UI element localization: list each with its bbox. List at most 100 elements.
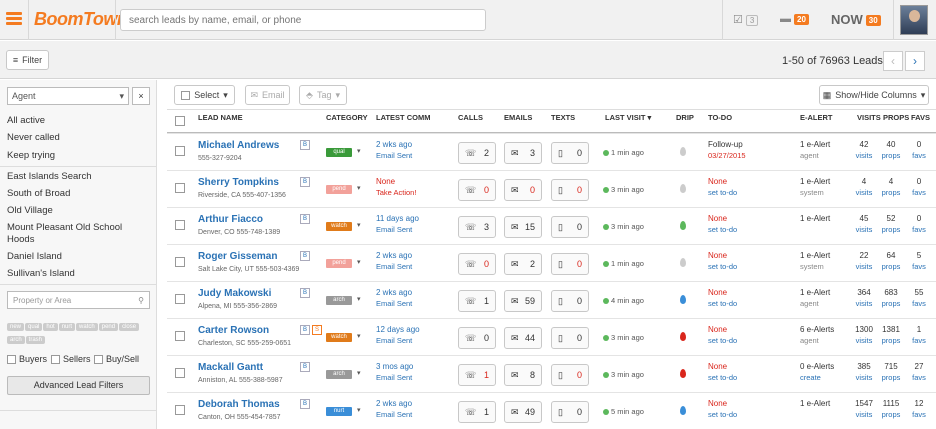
latest-comm-time[interactable]: 12 days ago [376, 325, 420, 334]
props-link[interactable]: props [877, 410, 905, 419]
column-header-to-do[interactable]: TO-DO [708, 113, 732, 122]
column-header-calls[interactable]: CALLS [458, 113, 483, 122]
messages-button[interactable]: ▬ 20 [780, 13, 809, 25]
category-dropdown-icon[interactable]: ▾ [357, 258, 361, 266]
texts-button[interactable]: ▯ 0 [551, 401, 589, 423]
latest-comm-action[interactable]: Email Sent [376, 151, 412, 160]
visits-link[interactable]: visits [850, 151, 878, 160]
visits-link[interactable]: visits [850, 410, 878, 419]
column-header-props[interactable]: PROPS [883, 113, 909, 122]
emails-button[interactable]: ✉ 49 [504, 401, 542, 423]
sellers-checkbox[interactable]: Sellers [51, 354, 91, 364]
buysell-checkbox[interactable]: Buy/Sell [94, 354, 139, 364]
favs-link[interactable]: favs [905, 336, 933, 345]
tag-filter-trash[interactable]: trash [25, 336, 46, 344]
tag-filter-pend[interactable]: pend [98, 323, 119, 331]
column-header-last-visit[interactable]: LAST VISIT ▾ [605, 113, 651, 122]
row-checkbox[interactable] [175, 220, 185, 230]
row-checkbox[interactable] [175, 294, 185, 304]
now-button[interactable]: NOW 30 [831, 12, 881, 27]
saved-search[interactable]: Mount Pleasant Old School Hoods [7, 222, 147, 246]
row-checkbox[interactable] [175, 331, 185, 341]
property-input[interactable]: Property or Area ⚲ [7, 291, 150, 309]
props-link[interactable]: props [877, 151, 905, 160]
header-checkbox[interactable] [175, 116, 185, 126]
show-hide-columns-button[interactable]: ▦ Show/Hide Columns ▾ [819, 85, 929, 105]
todo-action[interactable]: set to-do [708, 262, 737, 271]
calls-button[interactable]: ☏ 1 [458, 290, 496, 312]
latest-comm-action[interactable]: Email Sent [376, 225, 412, 234]
favs-link[interactable]: favs [905, 188, 933, 197]
filter-button[interactable]: ≡ Filter [6, 50, 49, 70]
drip-icon[interactable] [680, 147, 686, 156]
category-dropdown-icon[interactable]: ▾ [357, 295, 361, 303]
texts-button[interactable]: ▯ 0 [551, 290, 589, 312]
clear-agent-button[interactable]: × [132, 87, 150, 105]
column-header-category[interactable]: CATEGORY [326, 113, 368, 122]
row-checkbox[interactable] [175, 183, 185, 193]
favs-link[interactable]: favs [905, 151, 933, 160]
props-link[interactable]: props [877, 225, 905, 234]
column-header-e-alert[interactable]: E-ALERT [800, 113, 833, 122]
category-badge[interactable]: arch [326, 370, 352, 379]
lead-name-link[interactable]: Arthur Fiacco [198, 214, 263, 225]
tag-filter-close[interactable]: close [119, 323, 140, 331]
category-dropdown-icon[interactable]: ▾ [357, 369, 361, 377]
favs-link[interactable]: favs [905, 225, 933, 234]
row-checkbox[interactable] [175, 146, 185, 156]
tag-filter-qual[interactable]: qual [25, 323, 43, 331]
category-badge[interactable]: watch [326, 333, 352, 342]
latest-comm-time[interactable]: None [376, 177, 395, 186]
filter-keep-trying[interactable]: Keep trying [7, 150, 55, 161]
visits-link[interactable]: visits [850, 225, 878, 234]
category-badge[interactable]: arch [326, 296, 352, 305]
column-header-lead-name[interactable]: LEAD NAME [198, 113, 243, 122]
emails-button[interactable]: ✉ 44 [504, 327, 542, 349]
props-link[interactable]: props [877, 299, 905, 308]
props-link[interactable]: props [877, 188, 905, 197]
row-checkbox[interactable] [175, 405, 185, 415]
emails-button[interactable]: ✉ 2 [504, 253, 542, 275]
prev-page-button[interactable]: ‹ [883, 51, 903, 71]
calls-button[interactable]: ☏ 1 [458, 364, 496, 386]
latest-comm-time[interactable]: 3 mos ago [376, 362, 413, 371]
avatar[interactable] [900, 5, 928, 35]
search-input[interactable] [120, 9, 486, 31]
saved-search[interactable]: Daniel Island [7, 251, 62, 262]
category-badge[interactable]: nurt [326, 407, 352, 416]
category-dropdown-icon[interactable]: ▾ [357, 221, 361, 229]
texts-button[interactable]: ▯ 0 [551, 142, 589, 164]
latest-comm-action[interactable]: Email Sent [376, 336, 412, 345]
column-header-emails[interactable]: EMAILS [504, 113, 532, 122]
column-header-favs[interactable]: FAVS [911, 113, 930, 122]
category-badge[interactable]: pend [326, 185, 352, 194]
props-link[interactable]: props [877, 262, 905, 271]
favs-link[interactable]: favs [905, 262, 933, 271]
tasks-button[interactable]: ☑ 3 [733, 13, 759, 26]
lead-name-link[interactable]: Sherry Tompkins [198, 177, 279, 188]
todo-action[interactable]: set to-do [708, 299, 737, 308]
lead-name-link[interactable]: Carter Rowson [198, 325, 269, 336]
latest-comm-action[interactable]: Email Sent [376, 410, 412, 419]
filter-never-called[interactable]: Never called [7, 132, 60, 143]
category-dropdown-icon[interactable]: ▾ [357, 184, 361, 192]
filter-all-active[interactable]: All active [7, 115, 45, 126]
select-button[interactable]: Select ▾ [174, 85, 235, 105]
advanced-filters-button[interactable]: Advanced Lead Filters [7, 376, 150, 395]
todo-action[interactable]: set to-do [708, 410, 737, 419]
props-link[interactable]: props [877, 373, 905, 382]
latest-comm-action[interactable]: Email Sent [376, 373, 412, 382]
emails-button[interactable]: ✉ 8 [504, 364, 542, 386]
latest-comm-time[interactable]: 2 wks ago [376, 399, 412, 408]
latest-comm-action[interactable]: Email Sent [376, 262, 412, 271]
latest-comm-time[interactable]: 2 wks ago [376, 288, 412, 297]
texts-button[interactable]: ▯ 0 [551, 216, 589, 238]
calls-button[interactable]: ☏ 2 [458, 142, 496, 164]
texts-button[interactable]: ▯ 0 [551, 364, 589, 386]
favs-link[interactable]: favs [905, 410, 933, 419]
latest-comm-action[interactable]: Email Sent [376, 299, 412, 308]
drip-icon[interactable] [680, 295, 686, 304]
saved-search[interactable]: Old Village [7, 205, 53, 216]
tag-filter-nurt[interactable]: nurt [58, 323, 76, 331]
drip-icon[interactable] [680, 332, 686, 341]
